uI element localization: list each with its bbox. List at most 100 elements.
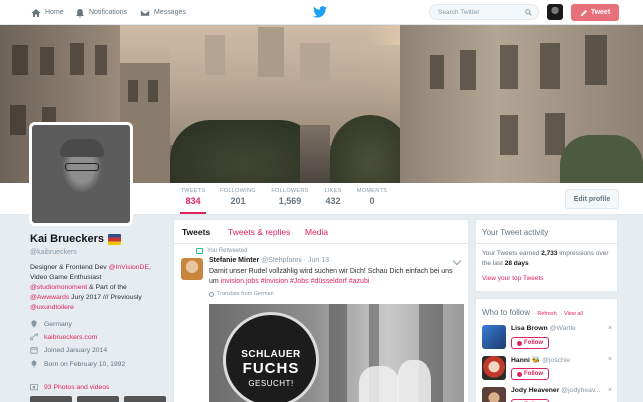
suggestion-avatar[interactable] <box>482 325 506 349</box>
bio-link-uxundtoilere[interactable]: @uxundtoilere <box>30 304 74 311</box>
bio-link-studiomonoment[interactable]: @studiomonoment <box>30 284 87 291</box>
follow-button[interactable]: Follow <box>511 368 549 380</box>
fox-sign: SCHLAUER FUCHS GESUCHT! <box>223 312 319 402</box>
who-to-follow-header: Who to follow · Refresh · View all <box>482 308 583 317</box>
dismiss-icon[interactable]: × <box>608 387 612 394</box>
stat-followers-value: 1,569 <box>278 196 302 206</box>
retweeted-text: You Retweeted <box>207 248 248 254</box>
tweet-link-jobs[interactable]: invision.jobs <box>221 278 259 285</box>
dismiss-icon[interactable]: × <box>608 356 612 363</box>
top-navigation: Home Notifications Messages Search Twitt… <box>0 0 643 25</box>
tweet-author-name[interactable]: Stefanie Minter <box>209 257 259 264</box>
suggestion-name[interactable]: Lisa Brown <box>511 325 548 332</box>
home-icon <box>31 8 41 17</box>
suggestion-item: Jody Heavener @jodyheav... Follow × <box>482 385 614 402</box>
stat-moments[interactable]: MOMENTS 0 <box>356 188 388 206</box>
refresh-link[interactable]: · Refresh <box>534 311 557 317</box>
stat-tweets[interactable]: TWEETS 834 <box>180 188 206 214</box>
view-top-tweets-link[interactable]: View your top Tweets <box>482 275 544 282</box>
profile-photos-link[interactable]: 93 Photos and videos <box>30 383 109 391</box>
bio-text-3: & Part of the <box>87 284 127 291</box>
suggestion-avatar[interactable] <box>482 387 506 402</box>
suggestion-item: Lisa Brown @Wartle Follow × <box>482 323 614 353</box>
nav-home[interactable]: Home <box>31 0 64 25</box>
hashtag-jobs[interactable]: #Jobs <box>290 278 309 285</box>
bio-link-awwwards[interactable]: @Awwwards <box>30 294 69 301</box>
timeline: Tweets Tweets & replies Media You Retwee… <box>173 219 469 402</box>
profile-bio: Designer & Frontend Dev @InVisionDE, Vid… <box>30 263 160 313</box>
stat-followers-label: FOLLOWERS <box>271 188 309 194</box>
profile-website-link[interactable]: kaibrueckers.com <box>44 334 97 341</box>
tweet-activity-card: Your Tweet activity Your Tweets earned 2… <box>475 219 618 292</box>
twitter-bird-icon[interactable] <box>313 6 327 18</box>
stat-likes-label: LIKES <box>324 188 342 194</box>
follow-button[interactable]: Follow <box>511 337 549 349</box>
retweet-icon <box>196 248 203 254</box>
activity-title: Your Tweet activity <box>482 228 549 237</box>
dismiss-icon[interactable]: × <box>608 325 612 332</box>
search-input[interactable]: Search Twitter <box>429 4 539 20</box>
view-all-link[interactable]: · View all <box>561 311 583 317</box>
add-person-icon <box>517 340 522 346</box>
stat-likes[interactable]: LIKES 432 <box>322 188 344 206</box>
suggestion-name[interactable]: Hanni 🐝 <box>511 357 540 364</box>
translate-text: Translate from German <box>217 291 274 297</box>
bell-icon <box>76 8 84 18</box>
sign-line-3: GESUCHT! <box>248 379 294 388</box>
tab-tweets[interactable]: Tweets <box>182 227 210 237</box>
photo-thumbnail[interactable] <box>30 396 72 402</box>
tab-tweets-replies[interactable]: Tweets & replies <box>228 227 290 237</box>
account-avatar[interactable] <box>547 4 563 20</box>
stat-tweets-value: 834 <box>185 196 201 206</box>
photo-icon <box>30 384 38 391</box>
search-placeholder: Search Twitter <box>438 8 480 16</box>
nav-notifications[interactable]: Notifications <box>75 0 127 25</box>
search-icon <box>525 9 532 16</box>
retweeted-label: You Retweeted <box>196 248 247 254</box>
suggestion-item: Hanni 🐝 @joschie Follow × <box>482 354 614 384</box>
hashtag-azubi[interactable]: #azubi <box>349 278 370 285</box>
activity-summary: Your Tweets earned 2,733 impressions ove… <box>482 250 609 267</box>
translate-link[interactable]: Translate from German <box>209 291 274 297</box>
hashtag-dusseldorf[interactable]: #düsseldorf <box>311 278 347 285</box>
photo-thumbnail[interactable] <box>124 396 166 402</box>
profile-photos-text[interactable]: 93 Photos and videos <box>44 384 109 391</box>
chevron-down-icon[interactable] <box>452 256 462 266</box>
stat-moments-label: MOMENTS <box>356 188 388 194</box>
tweet-button-label: Tweet <box>590 9 611 16</box>
profile-name: Kai Brueckers <box>30 233 121 245</box>
tweet-date[interactable]: Jun 13 <box>308 257 329 264</box>
sign-line-2: FUCHS <box>242 360 300 377</box>
edit-profile-button[interactable]: Edit profile <box>565 189 619 209</box>
tweet-author-handle[interactable]: @Stehpfanni <box>261 257 302 264</box>
tweet-media-image[interactable]: SCHLAUER FUCHS GESUCHT! <box>209 304 464 402</box>
tweet-text: Damit unser Rudel vollzählig wird suchen… <box>209 267 459 287</box>
suggestion-handle: @jodyheav... <box>561 387 601 394</box>
bio-text-1: Designer & Frontend Dev <box>30 264 109 271</box>
activity-impressions: 2,733 <box>541 250 558 257</box>
suggestion-avatar[interactable] <box>482 356 506 380</box>
nav-home-label: Home <box>45 9 64 16</box>
profile-avatar[interactable] <box>29 122 133 226</box>
profile-joined: Joined January 2014 <box>30 346 107 354</box>
tab-media[interactable]: Media <box>305 227 328 237</box>
bio-link-invision[interactable]: @InVisionDE <box>109 264 149 271</box>
tweet-button[interactable]: Tweet <box>571 4 619 21</box>
add-person-icon <box>517 371 522 377</box>
suggestion-name[interactable]: Jody Heavener <box>511 387 559 394</box>
tweet-author-avatar[interactable] <box>181 258 203 280</box>
profile-website[interactable]: kaibrueckers.com <box>30 333 97 341</box>
profile-handle: @kaibrueckers <box>30 249 77 256</box>
stat-followers[interactable]: FOLLOWERS 1,569 <box>271 188 309 206</box>
suggestion-handle: @joschie <box>542 357 571 364</box>
envelope-icon <box>140 9 150 16</box>
nav-messages[interactable]: Messages <box>140 0 186 25</box>
stat-following[interactable]: FOLLOWING 201 <box>220 188 256 206</box>
hashtag-invision[interactable]: #invision <box>261 278 288 285</box>
stat-moments-value: 0 <box>369 196 375 206</box>
photo-thumbnail[interactable] <box>77 396 119 402</box>
link-icon <box>30 333 38 341</box>
balloon-icon <box>31 360 37 368</box>
tweet-header: Stefanie Minter @Stehpfanni · Jun 13 <box>209 257 329 264</box>
nav-notifications-label: Notifications <box>89 9 128 16</box>
